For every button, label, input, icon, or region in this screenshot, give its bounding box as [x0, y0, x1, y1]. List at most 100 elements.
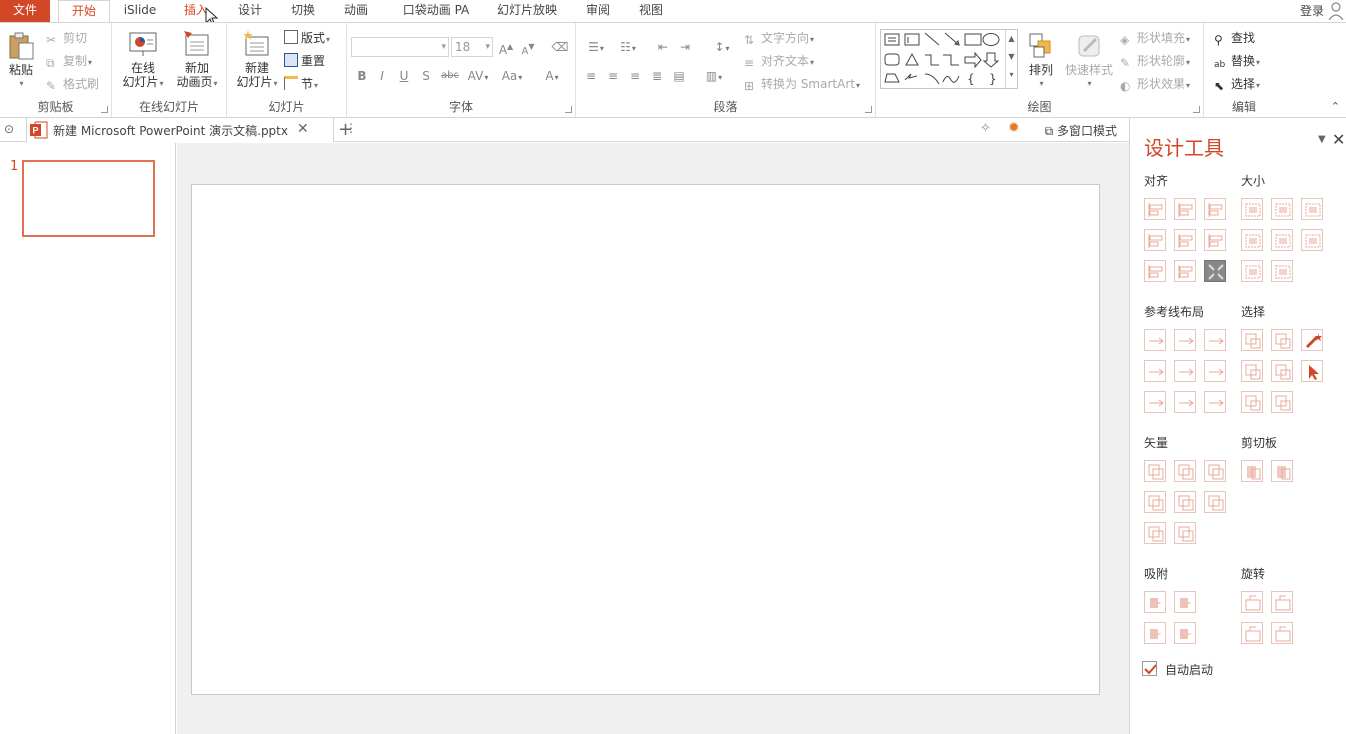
- new-slide-button[interactable]: 新建 幻灯片▾: [231, 29, 283, 91]
- rotate-triangle-button[interactable]: [1241, 622, 1263, 644]
- tab-islide[interactable]: iSlide: [118, 0, 162, 22]
- paste-button[interactable]: 粘贴 ▾: [4, 31, 38, 91]
- stretch-left-button[interactable]: [1241, 260, 1263, 282]
- snap-top-button[interactable]: [1144, 622, 1166, 644]
- find-button[interactable]: ⚲ 查找: [1214, 28, 1255, 48]
- pane-menu-icon[interactable]: ▼: [1318, 134, 1326, 145]
- select-group-button[interactable]: [1271, 391, 1293, 413]
- font-family-combo[interactable]: ▾: [351, 37, 449, 57]
- font-color-button[interactable]: A▾: [539, 67, 565, 85]
- tab-file[interactable]: 文件: [0, 0, 50, 22]
- clipboard-copy-attrs-button[interactable]: [1241, 460, 1263, 482]
- clipboard-paste-attrs-button[interactable]: [1271, 460, 1293, 482]
- smartart-button[interactable]: ⊞ 转换为 SmartArt▾: [744, 74, 860, 94]
- gallery-more-icon[interactable]: ▾: [1006, 66, 1017, 84]
- same-width-button[interactable]: [1241, 198, 1263, 220]
- decrease-indent-icon[interactable]: ⇤: [654, 38, 672, 56]
- shape-outline-button[interactable]: ✎ 形状轮廓▾: [1120, 51, 1190, 71]
- vector-union-button[interactable]: [1144, 460, 1166, 482]
- vector-fragment-button[interactable]: [1204, 460, 1226, 482]
- align-right-icon[interactable]: ≡: [626, 67, 644, 85]
- vector-text-button[interactable]: [1144, 522, 1166, 544]
- guide-left-button[interactable]: [1144, 329, 1166, 351]
- document-tab[interactable]: P 新建 Microsoft PowerPoint 演示文稿.pptx ✕ ⋮: [26, 118, 357, 142]
- tab-animation[interactable]: 动画: [338, 0, 374, 22]
- cut-button[interactable]: ✂ 剪切: [46, 28, 87, 48]
- select-invert-button[interactable]: [1241, 391, 1263, 413]
- pane-close-icon[interactable]: ✕: [1332, 130, 1345, 149]
- strikethrough-button[interactable]: abc: [439, 67, 461, 85]
- vector-intersect-button[interactable]: [1144, 491, 1166, 513]
- select-same-size-button[interactable]: [1271, 329, 1293, 351]
- tab-list-icon[interactable]: ⊙: [4, 122, 14, 136]
- vector-split-button[interactable]: [1204, 491, 1226, 513]
- shape-effects-button[interactable]: ◐ 形状效果▾: [1120, 74, 1190, 94]
- guide-spread-button[interactable]: [1144, 391, 1166, 413]
- select-same-shape-button[interactable]: [1241, 329, 1263, 351]
- match-height-button[interactable]: [1271, 229, 1293, 251]
- gallery-up-icon[interactable]: ▲: [1006, 30, 1017, 48]
- bold-button[interactable]: B: [353, 67, 371, 85]
- copy-button[interactable]: ⧉ 复制▾: [46, 51, 92, 71]
- snap-right-button[interactable]: [1174, 591, 1196, 613]
- snap-left-button[interactable]: [1144, 591, 1166, 613]
- italic-button[interactable]: I: [373, 67, 391, 85]
- font-size-combo[interactable]: 18 ▾: [451, 37, 493, 57]
- align-center-button[interactable]: [1174, 198, 1196, 220]
- select-same-fill-button[interactable]: [1241, 360, 1263, 382]
- align-right-button[interactable]: [1204, 198, 1226, 220]
- vector-subtract-button[interactable]: [1174, 491, 1196, 513]
- guide-middle-button[interactable]: [1174, 360, 1196, 382]
- clear-format-icon[interactable]: ⌫: [551, 38, 569, 56]
- numbering-icon[interactable]: ☷▾: [614, 38, 642, 56]
- login-link[interactable]: 登录: [1300, 2, 1324, 19]
- distributed-icon[interactable]: ▤: [670, 67, 688, 85]
- tab-transition[interactable]: 切换: [285, 0, 321, 22]
- character-spacing-button[interactable]: AV▾: [463, 67, 493, 85]
- select-magic-button[interactable]: [1301, 329, 1323, 351]
- tab-review[interactable]: 审阅: [580, 0, 616, 22]
- auto-start-checkbox[interactable]: [1142, 661, 1157, 676]
- rotate-angle-button[interactable]: [1271, 622, 1293, 644]
- guide-up-button[interactable]: [1144, 360, 1166, 382]
- same-height-button[interactable]: [1271, 198, 1293, 220]
- change-case-button[interactable]: Aa▾: [497, 67, 527, 85]
- shadow-button[interactable]: S: [417, 67, 435, 85]
- tab-design[interactable]: 设计: [232, 0, 268, 22]
- collapse-ribbon-icon[interactable]: ⌃: [1331, 100, 1340, 113]
- guide-matrix-button[interactable]: [1204, 391, 1226, 413]
- underline-button[interactable]: U: [395, 67, 413, 85]
- guide-grid-button[interactable]: [1174, 391, 1196, 413]
- format-painter-button[interactable]: ✎ 格式刷: [46, 74, 99, 94]
- tab-view[interactable]: 视图: [633, 0, 669, 22]
- text-direction-button[interactable]: ⇅ 文字方向▾: [744, 28, 814, 48]
- slide-thumbnail[interactable]: [22, 160, 155, 237]
- multi-window-mode-button[interactable]: ⧉ 多窗口模式: [1045, 122, 1117, 139]
- reset-button[interactable]: 重置: [284, 51, 325, 71]
- arrange-button[interactable]: 排列 ▾: [1024, 31, 1058, 91]
- avatar-icon[interactable]: [1328, 0, 1344, 20]
- guide-down-button[interactable]: [1204, 360, 1226, 382]
- select-pointer-button[interactable]: [1301, 360, 1323, 382]
- columns-icon[interactable]: ▥▾: [700, 67, 728, 85]
- vector-edit-points-button[interactable]: [1174, 522, 1196, 544]
- add-tab-icon[interactable]: +: [338, 119, 353, 140]
- select-button[interactable]: ⬉ 选择▾: [1214, 74, 1260, 94]
- same-size-button[interactable]: [1301, 198, 1323, 220]
- distribute-horizontal-button[interactable]: [1144, 260, 1166, 282]
- swap-size-button[interactable]: [1301, 229, 1323, 251]
- tab-slideshow[interactable]: 幻灯片放映: [492, 0, 562, 22]
- shapes-gallery-scroll[interactable]: ▲ ▼ ▾: [1005, 30, 1017, 88]
- quick-styles-button[interactable]: 快速样式 ▾: [1062, 31, 1116, 91]
- select-same-line-button[interactable]: [1271, 360, 1293, 382]
- align-center-icon[interactable]: ≡: [604, 67, 622, 85]
- slide-canvas[interactable]: [191, 184, 1100, 695]
- match-width-button[interactable]: [1241, 229, 1263, 251]
- guide-center-button[interactable]: [1174, 329, 1196, 351]
- section-button[interactable]: 节▾: [284, 74, 318, 94]
- align-left-icon[interactable]: ≡: [582, 67, 600, 85]
- tab-home[interactable]: 开始: [58, 0, 110, 23]
- close-tab-icon[interactable]: ✕: [297, 121, 309, 137]
- align-to-slide-button[interactable]: [1204, 260, 1226, 282]
- stretch-right-button[interactable]: [1271, 260, 1293, 282]
